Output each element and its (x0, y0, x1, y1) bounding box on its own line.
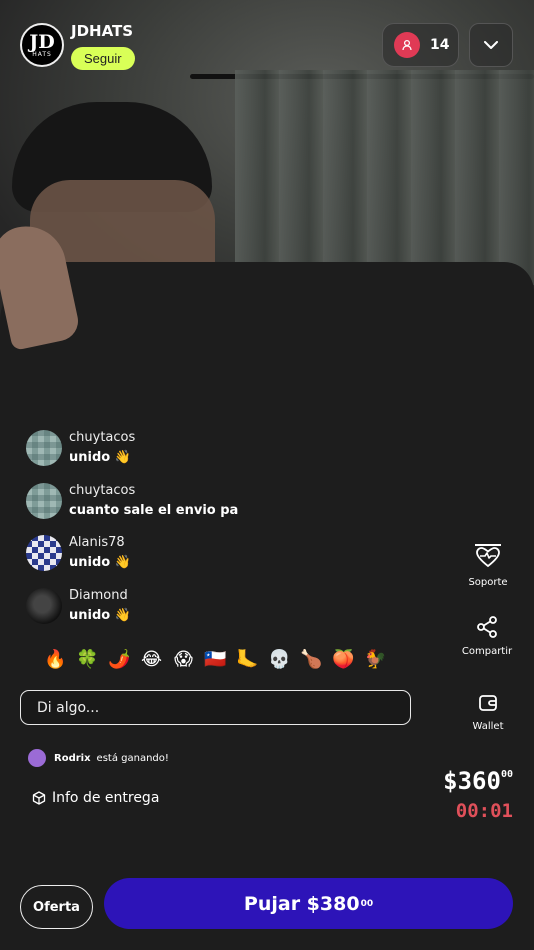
heart-pulse-icon (475, 544, 501, 568)
viewer-count: 14 (430, 37, 450, 53)
chevron-down-icon (484, 40, 498, 49)
avatar[interactable] (26, 483, 62, 519)
emoji-foot[interactable]: 🦶 (236, 648, 259, 671)
auction-timer: 00:01 (455, 800, 513, 822)
share-label: Compartir (461, 646, 513, 657)
emoji-pepper[interactable]: 🌶️ (108, 648, 131, 671)
user-icon (394, 32, 420, 58)
chat-username[interactable]: chuytacos (69, 430, 135, 446)
bid-button-label: Pujar $380 (243, 892, 360, 915)
emoji-clover[interactable]: 🍀 (76, 648, 99, 671)
winning-bidder: Rodrix está ganando! (28, 749, 169, 767)
wallet-label: Wallet (472, 721, 504, 732)
box-icon (32, 791, 46, 805)
emoji-laugh[interactable]: 😂 (140, 648, 163, 671)
chat-input[interactable] (20, 690, 411, 725)
winner-status-text: está ganando! (96, 752, 169, 764)
bid-button-cents: 00 (360, 898, 374, 909)
chat-message: chuytacos cuanto sale el envio pa (26, 483, 238, 521)
chat-message-text: unido 👋 (69, 555, 131, 570)
current-price: $36000 (443, 767, 513, 795)
support-label: Soporte (468, 577, 508, 588)
avatar[interactable] (26, 588, 62, 624)
current-price-value: $360 (443, 767, 501, 795)
avatar[interactable] (26, 535, 62, 571)
emoji-rooster[interactable]: 🐓 (364, 648, 387, 671)
winner-username: Rodrix (54, 752, 91, 764)
chat-username[interactable]: chuytacos (69, 483, 238, 499)
bid-button[interactable]: Pujar $380 00 (104, 878, 513, 929)
follow-button[interactable]: Seguir (71, 47, 135, 70)
emoji-drumstick[interactable]: 🍗 (300, 648, 323, 671)
emoji-peach[interactable]: 🍑 (332, 648, 355, 671)
dropdown-button[interactable] (469, 23, 513, 67)
offer-button[interactable]: Oferta (20, 885, 93, 929)
logo-subtext: HATS (32, 50, 52, 58)
chat-message-text: unido 👋 (69, 450, 131, 465)
logo-text: JD (29, 30, 55, 53)
streamer-avatar[interactable]: JD HATS (20, 23, 64, 67)
emoji-fire[interactable]: 🔥 (44, 648, 67, 671)
emoji-skull[interactable]: 💀 (268, 648, 291, 671)
delivery-info-label: Info de entrega (52, 790, 160, 806)
chat-message-text: cuanto sale el envio pa (69, 503, 239, 518)
current-price-cents: 00 (500, 769, 513, 780)
chat-username[interactable]: Diamond (69, 588, 131, 604)
chat-message-text: unido 👋 (69, 608, 131, 623)
chat-message: Diamond unido 👋 (26, 588, 131, 626)
streamer-name[interactable]: JDHATS (71, 22, 133, 40)
emoji-chile-flag[interactable]: 🇨🇱 (204, 648, 227, 671)
live-video (0, 0, 534, 950)
delivery-info-link[interactable]: Info de entrega (32, 790, 159, 806)
wallet-button[interactable]: Wallet (453, 693, 523, 732)
share-icon (477, 616, 497, 638)
support-button[interactable]: Soporte (453, 543, 523, 588)
chat-message: chuytacos unido 👋 (26, 430, 135, 468)
viewer-count-badge[interactable]: 14 (382, 23, 459, 67)
emoji-scream[interactable]: 😱 (172, 648, 195, 671)
share-button[interactable]: Compartir (452, 616, 522, 657)
chat-username[interactable]: Alanis78 (69, 535, 131, 551)
avatar[interactable] (26, 430, 62, 466)
emoji-reaction-bar: 🔥 🍀 🌶️ 😂 😱 🇨🇱 🦶 💀 🍗 🍑 🐓 (44, 648, 387, 671)
wallet-icon (479, 695, 497, 711)
avatar (28, 749, 46, 767)
chat-message: Alanis78 unido 👋 (26, 535, 131, 573)
